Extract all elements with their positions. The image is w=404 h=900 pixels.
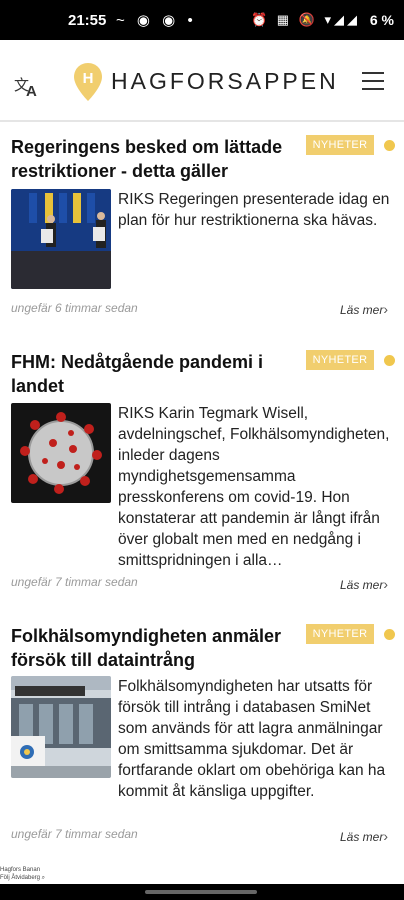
chevron-right-icon: › bbox=[383, 576, 389, 592]
article-excerpt: RIKS Karin Tegmark Wisell, avdelningsche… bbox=[118, 405, 390, 569]
article-timestamp: ungefär 6 timmar sedan bbox=[11, 301, 138, 315]
app-logo-text[interactable]: HAGFORSAPPEN bbox=[111, 68, 339, 95]
article-excerpt: Folkhälsomyndigheten har utsatts för för… bbox=[118, 678, 386, 800]
category-badge[interactable]: NYHETER bbox=[306, 350, 374, 370]
logo-letter: H bbox=[83, 70, 94, 87]
article-thumbnail[interactable] bbox=[11, 189, 111, 289]
logo-pin-icon[interactable]: H bbox=[73, 62, 103, 102]
battery-level: 6 % bbox=[369, 12, 394, 28]
read-more-link[interactable]: Läs mer› bbox=[340, 828, 388, 844]
footer-line-1: Hagfors Banan bbox=[0, 867, 41, 873]
read-more-label: Läs mer bbox=[340, 303, 384, 317]
read-more-label: Läs mer bbox=[340, 830, 384, 844]
article-card[interactable]: Regeringens besked om lättade restriktio… bbox=[0, 135, 404, 325]
read-more-link[interactable]: Läs mer› bbox=[340, 576, 388, 592]
notification-icons: ~ ◉ ◉ • bbox=[116, 12, 197, 29]
article-timestamp: ungefär 7 timmar sedan bbox=[11, 575, 138, 589]
unread-dot-icon bbox=[384, 140, 395, 151]
status-bar: 21:55 ~ ◉ ◉ • ⏰ ▦ 🔕 ▾◢◢ 6 % bbox=[0, 0, 404, 40]
article-timestamp: ungefär 7 timmar sedan bbox=[11, 827, 138, 841]
chevron-right-icon: › bbox=[383, 828, 389, 844]
home-gesture-handle[interactable] bbox=[145, 890, 257, 894]
article-excerpt: RIKS Regeringen presenterade idag en pla… bbox=[118, 191, 390, 229]
article-title[interactable]: Folkhälsomyndigheten anmäler försök till… bbox=[11, 624, 301, 672]
category-badge[interactable]: NYHETER bbox=[306, 135, 374, 155]
app-header: 文 A H HAGFORSAPPEN bbox=[0, 40, 404, 122]
status-time: 21:55 bbox=[68, 12, 107, 29]
unread-dot-icon bbox=[384, 355, 395, 366]
article-thumbnail[interactable] bbox=[11, 676, 111, 778]
read-more-link[interactable]: Läs mer› bbox=[340, 301, 388, 317]
article-card[interactable]: Folkhälsomyndigheten anmäler försök till… bbox=[0, 624, 404, 849]
article-title[interactable]: Regeringens besked om lättade restriktio… bbox=[11, 135, 301, 183]
article-card[interactable]: FHM: Nedåtgående pandemi i landet NYHETE… bbox=[0, 350, 404, 595]
footer: Hagfors Banan Följ Åtvidaberg ⌕ bbox=[0, 864, 404, 884]
translate-icon[interactable]: 文 A bbox=[14, 74, 42, 100]
unread-dot-icon bbox=[384, 629, 395, 640]
system-nav-bar bbox=[0, 884, 404, 900]
system-icons: ⏰ ▦ 🔕 ▾◢◢ bbox=[250, 12, 360, 27]
translate-glyph-2: A bbox=[26, 83, 37, 100]
category-badge[interactable]: NYHETER bbox=[306, 624, 374, 644]
article-thumbnail[interactable] bbox=[11, 403, 111, 503]
chevron-right-icon: › bbox=[383, 301, 389, 317]
read-more-label: Läs mer bbox=[340, 578, 384, 592]
hamburger-menu-icon[interactable] bbox=[362, 72, 384, 92]
footer-line-2: Följ Åtvidaberg ⌕ bbox=[0, 875, 46, 881]
article-title[interactable]: FHM: Nedåtgående pandemi i landet bbox=[11, 350, 301, 398]
